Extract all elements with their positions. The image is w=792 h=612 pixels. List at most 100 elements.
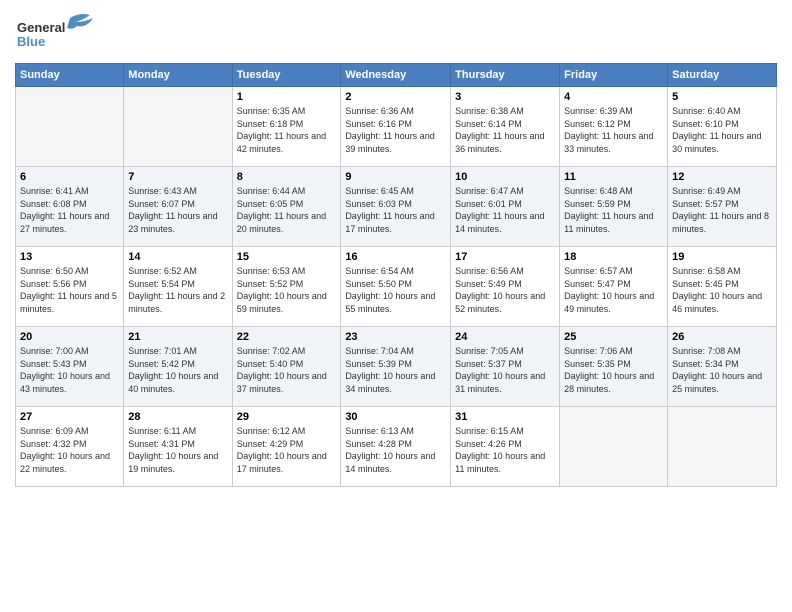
day-info: Sunrise: 6:58 AM Sunset: 5:45 PM Dayligh…	[672, 265, 772, 315]
day-info: Sunrise: 7:06 AM Sunset: 5:35 PM Dayligh…	[564, 345, 663, 395]
day-number: 21	[128, 331, 227, 343]
weekday-header-thursday: Thursday	[451, 64, 560, 87]
day-cell	[16, 87, 124, 167]
day-info: Sunrise: 6:47 AM Sunset: 6:01 PM Dayligh…	[455, 185, 555, 235]
day-info: Sunrise: 6:53 AM Sunset: 5:52 PM Dayligh…	[237, 265, 337, 315]
day-number: 25	[564, 331, 663, 343]
logo-svg: General Blue	[15, 10, 105, 55]
day-info: Sunrise: 6:38 AM Sunset: 6:14 PM Dayligh…	[455, 105, 555, 155]
day-info: Sunrise: 7:08 AM Sunset: 5:34 PM Dayligh…	[672, 345, 772, 395]
day-cell: 22 Sunrise: 7:02 AM Sunset: 5:40 PM Dayli…	[232, 327, 341, 407]
day-info: Sunrise: 6:52 AM Sunset: 5:54 PM Dayligh…	[128, 265, 227, 315]
day-info: Sunrise: 6:36 AM Sunset: 6:16 PM Dayligh…	[345, 105, 446, 155]
svg-text:General: General	[17, 20, 65, 35]
day-cell: 28 Sunrise: 6:11 AM Sunset: 4:31 PM Dayli…	[124, 407, 232, 487]
day-number: 10	[455, 171, 555, 183]
weekday-header-tuesday: Tuesday	[232, 64, 341, 87]
day-cell: 15 Sunrise: 6:53 AM Sunset: 5:52 PM Dayli…	[232, 247, 341, 327]
day-cell: 2 Sunrise: 6:36 AM Sunset: 6:16 PM Daylig…	[341, 87, 451, 167]
week-row-5: 27 Sunrise: 6:09 AM Sunset: 4:32 PM Dayli…	[16, 407, 777, 487]
day-info: Sunrise: 6:12 AM Sunset: 4:29 PM Dayligh…	[237, 425, 337, 475]
day-cell: 25 Sunrise: 7:06 AM Sunset: 5:35 PM Dayli…	[560, 327, 668, 407]
day-info: Sunrise: 6:35 AM Sunset: 6:18 PM Dayligh…	[237, 105, 337, 155]
day-number: 11	[564, 171, 663, 183]
day-number: 12	[672, 171, 772, 183]
day-number: 31	[455, 411, 555, 423]
day-info: Sunrise: 7:01 AM Sunset: 5:42 PM Dayligh…	[128, 345, 227, 395]
day-number: 28	[128, 411, 227, 423]
day-cell: 14 Sunrise: 6:52 AM Sunset: 5:54 PM Dayli…	[124, 247, 232, 327]
day-cell: 17 Sunrise: 6:56 AM Sunset: 5:49 PM Dayli…	[451, 247, 560, 327]
day-cell: 10 Sunrise: 6:47 AM Sunset: 6:01 PM Dayli…	[451, 167, 560, 247]
week-row-3: 13 Sunrise: 6:50 AM Sunset: 5:56 PM Dayli…	[16, 247, 777, 327]
day-number: 6	[20, 171, 119, 183]
day-info: Sunrise: 7:05 AM Sunset: 5:37 PM Dayligh…	[455, 345, 555, 395]
logo: General Blue	[15, 10, 105, 55]
day-number: 29	[237, 411, 337, 423]
day-cell: 6 Sunrise: 6:41 AM Sunset: 6:08 PM Daylig…	[16, 167, 124, 247]
day-info: Sunrise: 6:15 AM Sunset: 4:26 PM Dayligh…	[455, 425, 555, 475]
day-number: 23	[345, 331, 446, 343]
svg-text:Blue: Blue	[17, 34, 45, 49]
day-cell: 7Sunrise: 6:43 AM Sunset: 6:07 PM Daylig…	[124, 167, 232, 247]
day-cell: 30 Sunrise: 6:13 AM Sunset: 4:28 PM Dayli…	[341, 407, 451, 487]
day-cell: 18Sunrise: 6:57 AM Sunset: 5:47 PM Dayli…	[560, 247, 668, 327]
day-number: 15	[237, 251, 337, 263]
day-number: 22	[237, 331, 337, 343]
day-number: 30	[345, 411, 446, 423]
day-number: 2	[345, 91, 446, 103]
week-row-2: 6 Sunrise: 6:41 AM Sunset: 6:08 PM Daylig…	[16, 167, 777, 247]
day-cell: 20 Sunrise: 7:00 AM Sunset: 5:43 PM Dayli…	[16, 327, 124, 407]
day-info: Sunrise: 6:41 AM Sunset: 6:08 PM Dayligh…	[20, 185, 119, 235]
day-cell: 27 Sunrise: 6:09 AM Sunset: 4:32 PM Dayli…	[16, 407, 124, 487]
header: General Blue	[15, 10, 777, 55]
day-number: 20	[20, 331, 119, 343]
day-number: 19	[672, 251, 772, 263]
day-info: Sunrise: 6:50 AM Sunset: 5:56 PM Dayligh…	[20, 265, 119, 315]
day-info: Sunrise: 6:13 AM Sunset: 4:28 PM Dayligh…	[345, 425, 446, 475]
day-number: 9	[345, 171, 446, 183]
day-info: Sunrise: 6:11 AM Sunset: 4:31 PM Dayligh…	[128, 425, 227, 475]
day-info: Sunrise: 6:44 AM Sunset: 6:05 PM Dayligh…	[237, 185, 337, 235]
day-info: Sunrise: 7:02 AM Sunset: 5:40 PM Dayligh…	[237, 345, 337, 395]
day-info: Sunrise: 6:56 AM Sunset: 5:49 PM Dayligh…	[455, 265, 555, 315]
weekday-header-monday: Monday	[124, 64, 232, 87]
page: General Blue SundayMondayTuesdayWednesda…	[0, 0, 792, 612]
day-cell: 4Sunrise: 6:39 AM Sunset: 6:12 PM Daylig…	[560, 87, 668, 167]
day-info: Sunrise: 6:09 AM Sunset: 4:32 PM Dayligh…	[20, 425, 119, 475]
day-info: Sunrise: 7:04 AM Sunset: 5:39 PM Dayligh…	[345, 345, 446, 395]
day-number: 17	[455, 251, 555, 263]
day-cell: 11Sunrise: 6:48 AM Sunset: 5:59 PM Dayli…	[560, 167, 668, 247]
day-info: Sunrise: 6:57 AM Sunset: 5:47 PM Dayligh…	[564, 265, 663, 315]
day-cell: 21 Sunrise: 7:01 AM Sunset: 5:42 PM Dayli…	[124, 327, 232, 407]
day-number: 24	[455, 331, 555, 343]
day-number: 8	[237, 171, 337, 183]
weekday-header-sunday: Sunday	[16, 64, 124, 87]
day-number: 27	[20, 411, 119, 423]
day-number: 16	[345, 251, 446, 263]
day-cell: 23 Sunrise: 7:04 AM Sunset: 5:39 PM Dayli…	[341, 327, 451, 407]
day-cell: 3 Sunrise: 6:38 AM Sunset: 6:14 PM Daylig…	[451, 87, 560, 167]
day-cell: 24 Sunrise: 7:05 AM Sunset: 5:37 PM Dayli…	[451, 327, 560, 407]
day-cell: 13 Sunrise: 6:50 AM Sunset: 5:56 PM Dayli…	[16, 247, 124, 327]
day-cell: 5Sunrise: 6:40 AM Sunset: 6:10 PM Daylig…	[668, 87, 777, 167]
day-cell	[560, 407, 668, 487]
weekday-header-saturday: Saturday	[668, 64, 777, 87]
day-number: 14	[128, 251, 227, 263]
day-number: 7	[128, 171, 227, 183]
day-cell: 26 Sunrise: 7:08 AM Sunset: 5:34 PM Dayli…	[668, 327, 777, 407]
day-cell	[668, 407, 777, 487]
day-info: Sunrise: 6:49 AM Sunset: 5:57 PM Dayligh…	[672, 185, 772, 235]
day-number: 4	[564, 91, 663, 103]
day-number: 5	[672, 91, 772, 103]
day-cell: 8 Sunrise: 6:44 AM Sunset: 6:05 PM Daylig…	[232, 167, 341, 247]
weekday-header-row: SundayMondayTuesdayWednesdayThursdayFrid…	[16, 64, 777, 87]
day-cell: 19 Sunrise: 6:58 AM Sunset: 5:45 PM Dayli…	[668, 247, 777, 327]
day-number: 26	[672, 331, 772, 343]
weekday-header-friday: Friday	[560, 64, 668, 87]
day-number: 13	[20, 251, 119, 263]
day-cell: 9Sunrise: 6:45 AM Sunset: 6:03 PM Daylig…	[341, 167, 451, 247]
day-number: 3	[455, 91, 555, 103]
calendar-table: SundayMondayTuesdayWednesdayThursdayFrid…	[15, 63, 777, 487]
day-info: Sunrise: 7:00 AM Sunset: 5:43 PM Dayligh…	[20, 345, 119, 395]
